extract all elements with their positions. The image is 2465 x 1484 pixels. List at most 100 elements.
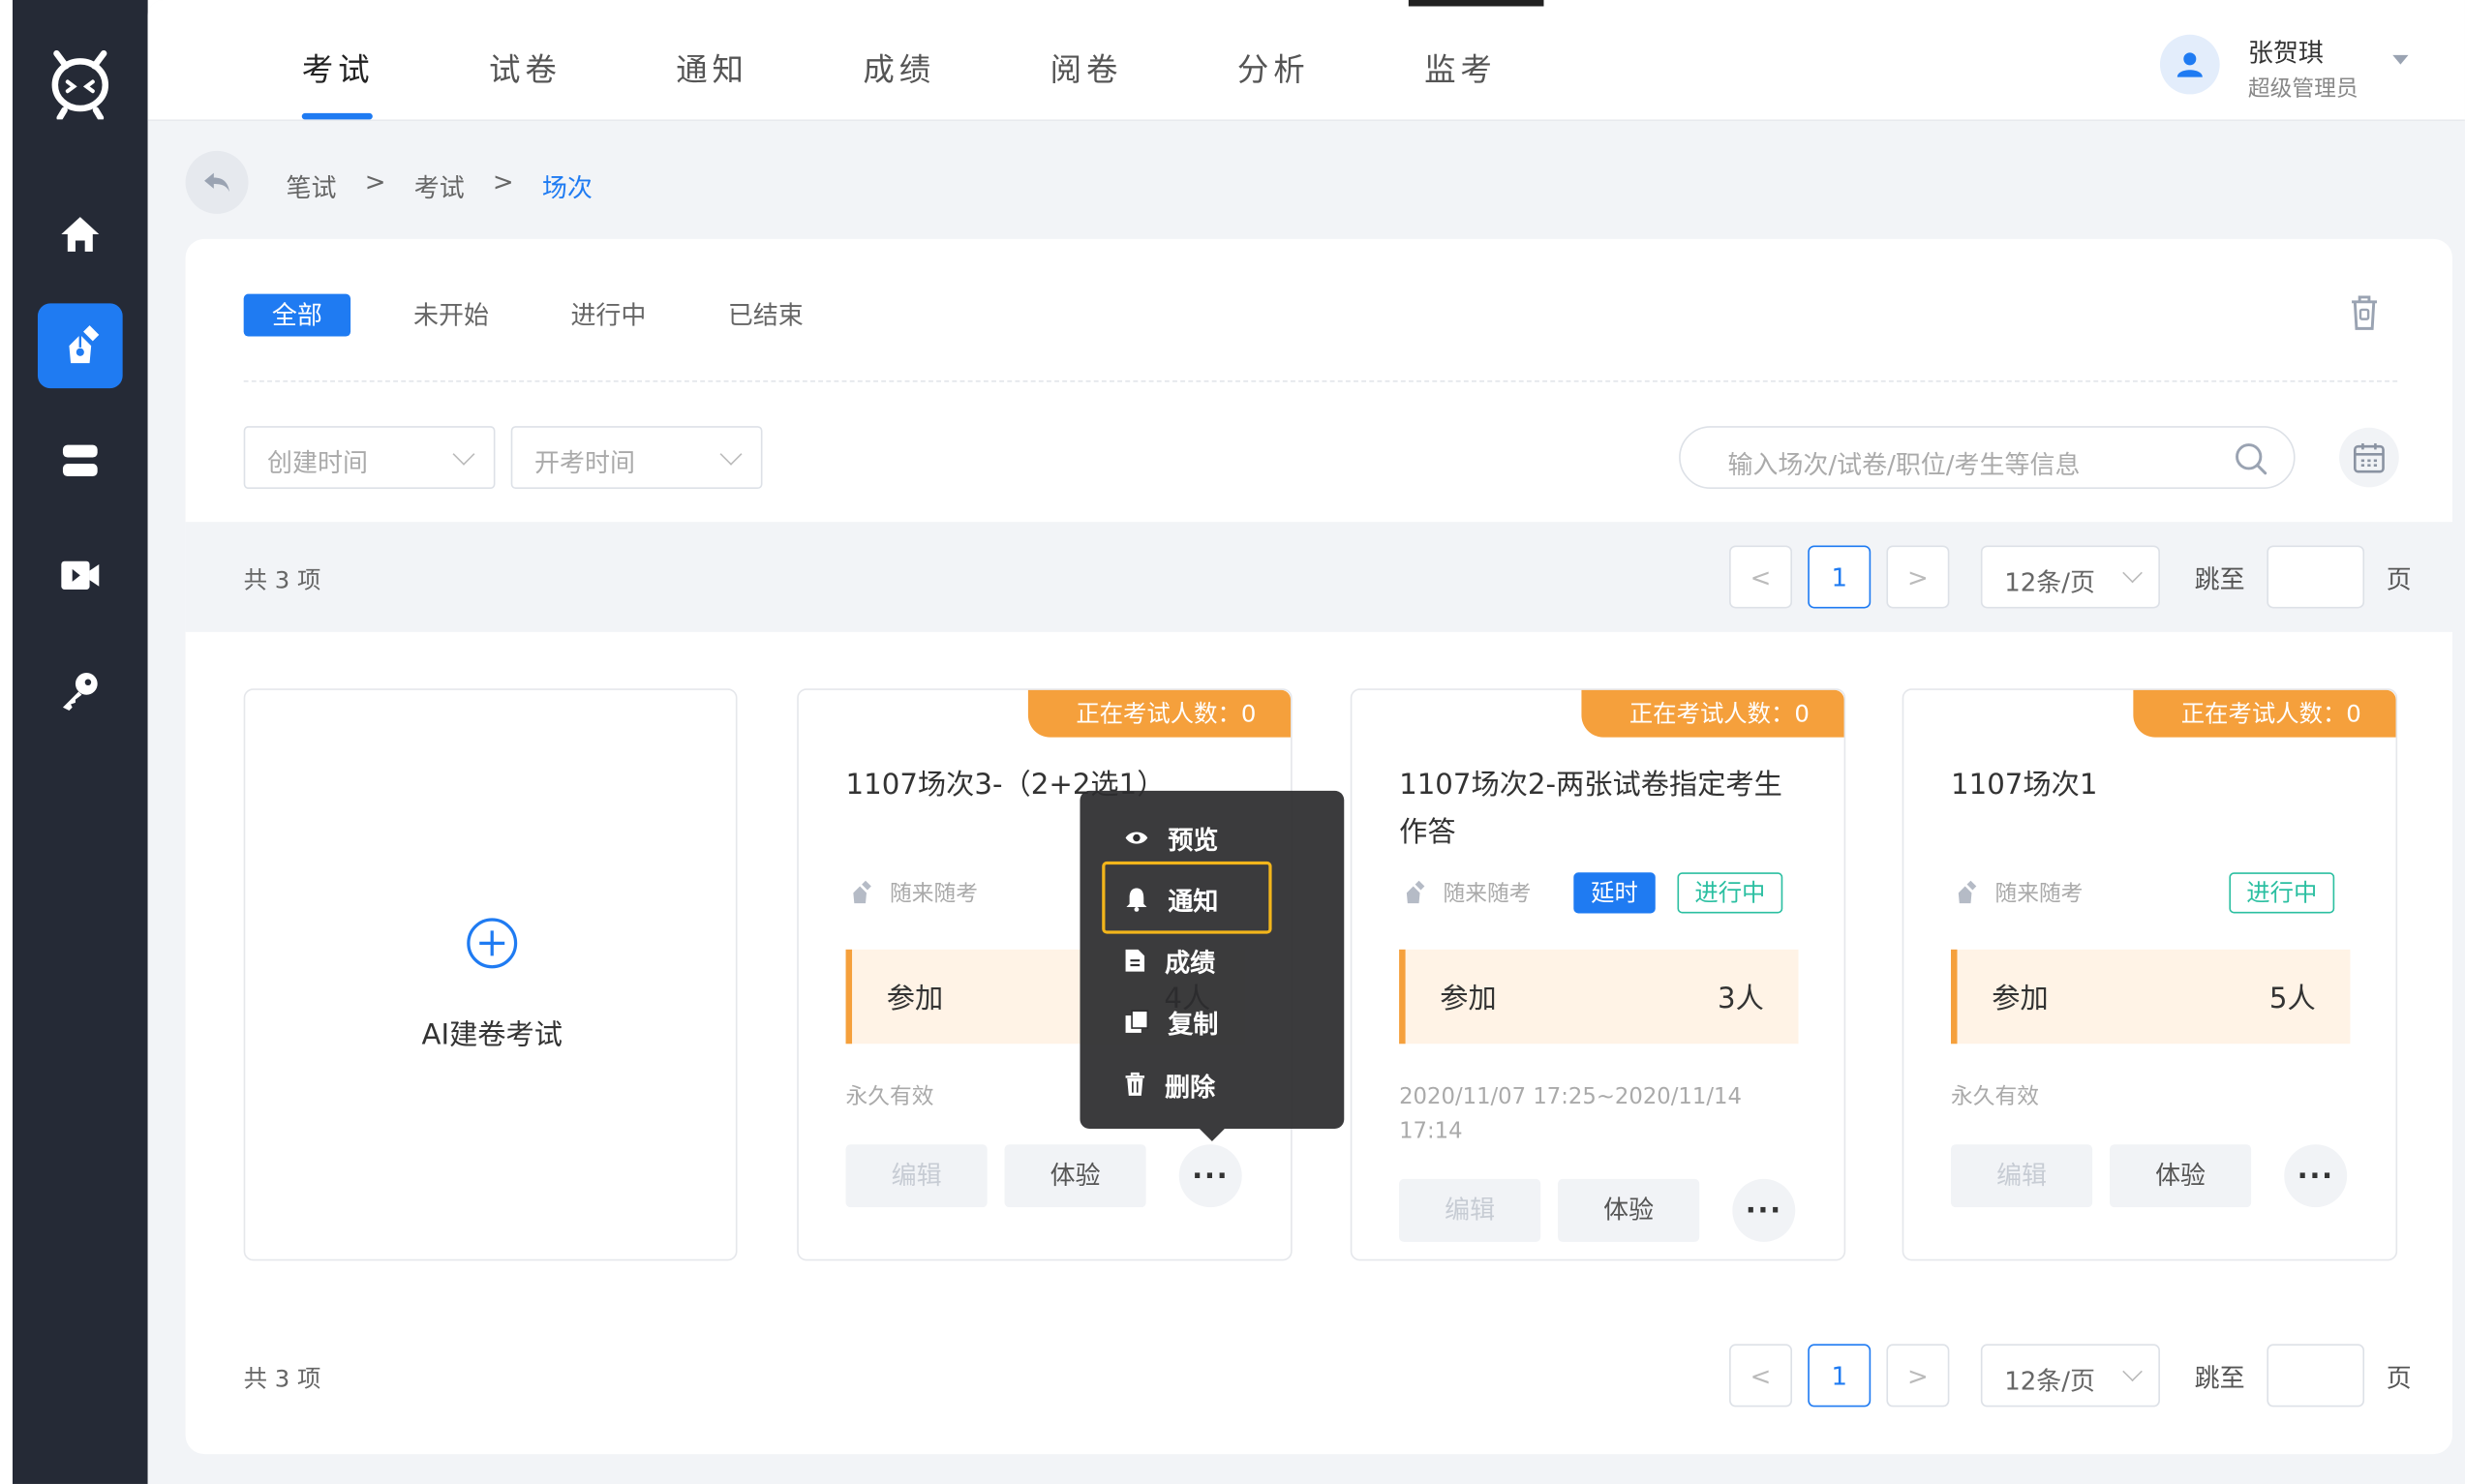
tab-grading[interactable]: 阅卷 <box>1050 0 1237 121</box>
page-size-select[interactable]: 12条/页 <box>1980 1344 2160 1408</box>
ai-create-exam-label: AI建卷考试 <box>421 1018 563 1052</box>
menu-item-label: 通知 <box>1168 886 1219 917</box>
ai-create-exam-card[interactable]: AI建卷考试 <box>243 688 738 1261</box>
try-button[interactable]: 体验 <box>1004 1144 1146 1208</box>
more-options-button[interactable]: ··· <box>2284 1144 2348 1208</box>
participants-label: 参加 <box>1992 982 2049 1016</box>
session-title: 1107场次2-两张试卷指定考生作答 <box>1399 769 1782 849</box>
tab-notifications[interactable]: 通知 <box>676 0 863 121</box>
menu-item-preview[interactable]: 预览 <box>1124 819 1218 857</box>
breadcrumb-session: 场次 <box>541 172 593 203</box>
sidebar-item-key[interactable] <box>38 648 123 733</box>
try-button[interactable]: 体验 <box>1558 1178 1700 1242</box>
filter-in-progress[interactable]: 进行中 <box>570 294 646 337</box>
tab-exam[interactable]: 考试 <box>301 0 489 121</box>
status-badge: 进行中 <box>2229 872 2335 914</box>
page-unit-label: 页 <box>2386 563 2412 594</box>
top-nav: 考试 试卷 通知 成绩 阅卷 分析 监考 张贺琪 超级管理员 <box>147 0 2465 122</box>
sidebar-item-exam[interactable] <box>37 303 123 389</box>
bell-icon <box>1126 888 1147 912</box>
status-badge: 进行中 <box>1677 872 1783 914</box>
calendar-icon <box>2354 442 2385 473</box>
breadcrumb-written[interactable]: 笔试 <box>287 167 337 204</box>
exam-mode-label: 随来随考 <box>1443 882 1532 907</box>
status-filter-tabs: 全部 未开始 进行中 已结束 <box>243 293 886 337</box>
tab-analysis[interactable]: 分析 <box>1237 0 1424 121</box>
trash-icon <box>2352 295 2378 330</box>
next-page-button[interactable]: > <box>1886 1344 1950 1408</box>
breadcrumb-separator: > <box>492 167 514 197</box>
back-button[interactable] <box>185 150 249 214</box>
pen-icon <box>1958 880 1977 904</box>
start-time-placeholder: 开考时间 <box>534 447 636 478</box>
copy-icon <box>1125 1010 1149 1033</box>
app-logo-icon[interactable] <box>47 44 113 122</box>
menu-item-label: 成绩 <box>1165 948 1216 979</box>
total-count: 共 3 项 <box>243 1364 321 1393</box>
filter-all[interactable]: 全部 <box>243 293 351 337</box>
prev-page-button[interactable]: < <box>1729 1344 1793 1408</box>
exam-mode-label: 随来随考 <box>1994 882 2084 907</box>
menu-item-delete[interactable]: 删除 <box>1124 1066 1215 1104</box>
menu-item-scores[interactable]: 成绩 <box>1124 942 1215 980</box>
jump-label: 跳至 <box>2194 1362 2245 1393</box>
app-viewport: 考试 试卷 通知 成绩 阅卷 分析 监考 张贺琪 超级管理员 笔试 > 考试 >… <box>0 0 2465 1484</box>
examinee-count-badge: 正在考试人数：0 <box>1028 689 1292 738</box>
sidebar-item-home[interactable] <box>38 192 123 277</box>
examinee-count-badge: 正在考试人数：0 <box>1582 689 1844 738</box>
breadcrumb-exam[interactable]: 考试 <box>414 167 465 204</box>
database-icon <box>62 444 98 477</box>
menu-item-label: 预览 <box>1168 825 1219 856</box>
try-button[interactable]: 体验 <box>2110 1144 2252 1208</box>
jump-page-input[interactable] <box>2267 545 2365 609</box>
session-card[interactable]: 正在考试人数：0 1107场次2-两张试卷指定考生作答 随来随考 延时 进行中 … <box>1350 688 1846 1261</box>
page-1-button[interactable]: 1 <box>1808 1344 1872 1408</box>
validity-text: 永久有效 <box>845 1084 934 1110</box>
validity-text: 2020/11/07 17:25~2020/11/14 17:14 <box>1399 1084 1742 1145</box>
page-1-button[interactable]: 1 <box>1808 545 1872 609</box>
next-page-button[interactable]: > <box>1886 545 1950 609</box>
breadcrumb-separator: > <box>364 167 386 197</box>
edit-button[interactable]: 编辑 <box>1399 1178 1541 1242</box>
search-input[interactable]: 输入场次/试卷/职位/考生等信息 <box>1679 426 2296 490</box>
avatar[interactable] <box>2159 34 2220 95</box>
edit-button[interactable]: 编辑 <box>845 1144 988 1208</box>
total-count: 共 3 项 <box>243 565 321 594</box>
start-time-select[interactable]: 开考时间 <box>510 426 763 490</box>
sidebar-item-database[interactable] <box>38 418 123 503</box>
pen-icon <box>1406 880 1425 904</box>
home-icon <box>61 217 100 252</box>
tab-proctor[interactable]: 监考 <box>1424 0 1611 121</box>
chevron-down-icon <box>2122 562 2143 584</box>
sidebar-item-video[interactable] <box>38 533 123 619</box>
calendar-button[interactable] <box>2339 427 2399 488</box>
filter-not-started[interactable]: 未开始 <box>413 294 489 337</box>
participants-count: 3人 <box>1717 982 1764 1016</box>
chevron-down-icon <box>2122 1361 2143 1382</box>
more-options-button[interactable]: ··· <box>1732 1178 1796 1242</box>
recycle-bin-button[interactable] <box>2346 292 2384 340</box>
create-time-select[interactable]: 创建时间 <box>243 426 496 490</box>
participants-label: 参加 <box>886 982 944 1016</box>
page-unit-label: 页 <box>2386 1362 2412 1393</box>
chevron-down-icon <box>719 442 743 466</box>
tab-scores[interactable]: 成绩 <box>863 0 1050 121</box>
prev-page-button[interactable]: < <box>1729 545 1793 609</box>
search-icon[interactable] <box>2234 441 2268 476</box>
more-options-button[interactable]: ··· <box>1178 1144 1242 1208</box>
caret-down-icon[interactable] <box>2392 54 2409 65</box>
tab-papers[interactable]: 试卷 <box>489 0 676 121</box>
session-card[interactable]: 正在考试人数：0 1107场次1 随来随考 进行中 参加 5人 永久有效 编辑 … <box>1902 688 2398 1261</box>
eye-icon <box>1125 832 1148 844</box>
participants-count: 5人 <box>2268 982 2316 1016</box>
more-options-menu: 预览 通知 成绩 复制 删除 <box>1080 790 1345 1141</box>
key-icon <box>62 673 98 712</box>
filter-ended[interactable]: 已结束 <box>728 294 804 337</box>
jump-page-input[interactable] <box>2267 1344 2365 1408</box>
validity-text: 永久有效 <box>1951 1084 2039 1110</box>
menu-item-notify[interactable]: 通知 <box>1124 880 1218 918</box>
edit-button[interactable]: 编辑 <box>1951 1144 2093 1208</box>
page-size-select[interactable]: 12条/页 <box>1980 545 2160 609</box>
user-name[interactable]: 张贺琪 <box>2248 31 2324 69</box>
menu-item-copy[interactable]: 复制 <box>1124 1003 1218 1041</box>
